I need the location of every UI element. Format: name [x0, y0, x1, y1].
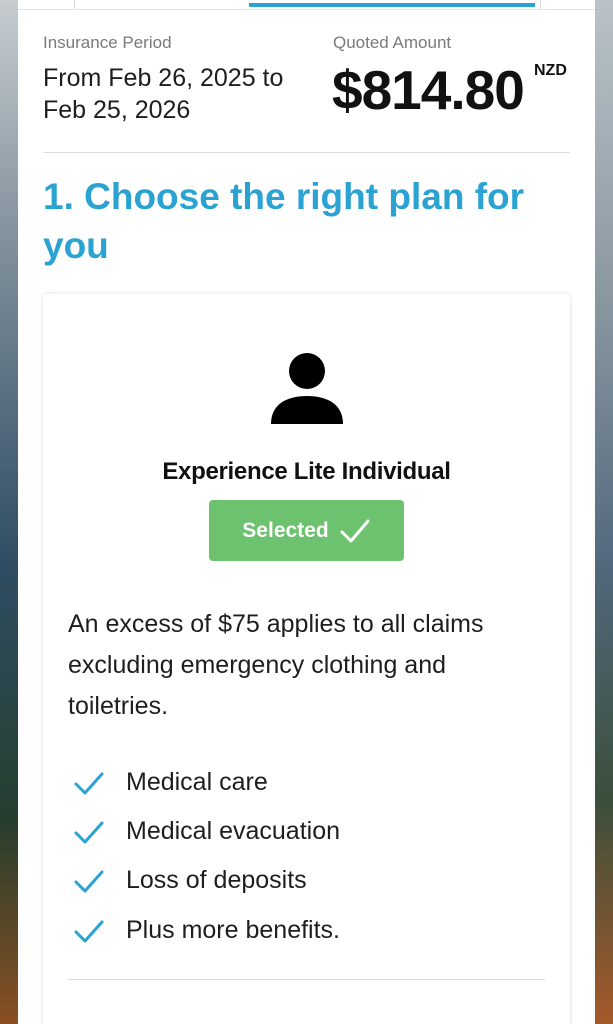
- check-icon: [74, 821, 104, 844]
- check-icon: [74, 772, 104, 795]
- benefit-label: Plus more benefits.: [126, 916, 340, 944]
- person-icon: [271, 353, 343, 424]
- excess-description: An excess of $75 applies to all claims e…: [68, 610, 484, 720]
- active-tab-indicator[interactable]: [249, 3, 535, 7]
- card-divider: [68, 979, 545, 980]
- benefit-item: Plus more benefits.: [73, 910, 543, 950]
- benefit-label: Medical care: [126, 768, 268, 796]
- tab-divider: [540, 0, 541, 9]
- benefit-item: Loss of deposits: [73, 860, 543, 900]
- check-icon: [74, 920, 104, 943]
- insurance-period-value: From Feb 26, 2025 to Feb 25, 2026: [43, 64, 284, 124]
- benefit-item: Medical evacuation: [73, 811, 543, 851]
- header-divider: [43, 152, 570, 153]
- quoted-amount-value: $814.80: [332, 59, 525, 121]
- check-icon: [74, 870, 104, 893]
- benefit-item: Medical care: [73, 762, 543, 802]
- section-title: 1. Choose the right plan for you: [43, 176, 525, 266]
- background-image-left: [0, 0, 18, 1024]
- plan-card[interactable]: Experience Lite Individual Selected An e…: [43, 294, 570, 1024]
- benefit-label: Medical evacuation: [126, 817, 341, 845]
- selected-button-label: Selected: [242, 518, 329, 542]
- background-image-right: [595, 0, 613, 1024]
- quote-panel: Insurance Period From Feb 26, 2025 to Fe…: [18, 0, 595, 1024]
- benefit-label: Loss of deposits: [126, 866, 307, 894]
- tab-divider: [74, 0, 75, 9]
- quoted-amount-label: Quoted Amount: [333, 33, 452, 52]
- currency-code: NZD: [534, 62, 567, 79]
- tab-strip: [18, 0, 595, 10]
- plan-name: Experience Lite Individual: [162, 458, 451, 485]
- selected-button[interactable]: Selected: [209, 500, 404, 561]
- check-icon: [340, 519, 370, 542]
- insurance-period-label: Insurance Period: [43, 33, 172, 52]
